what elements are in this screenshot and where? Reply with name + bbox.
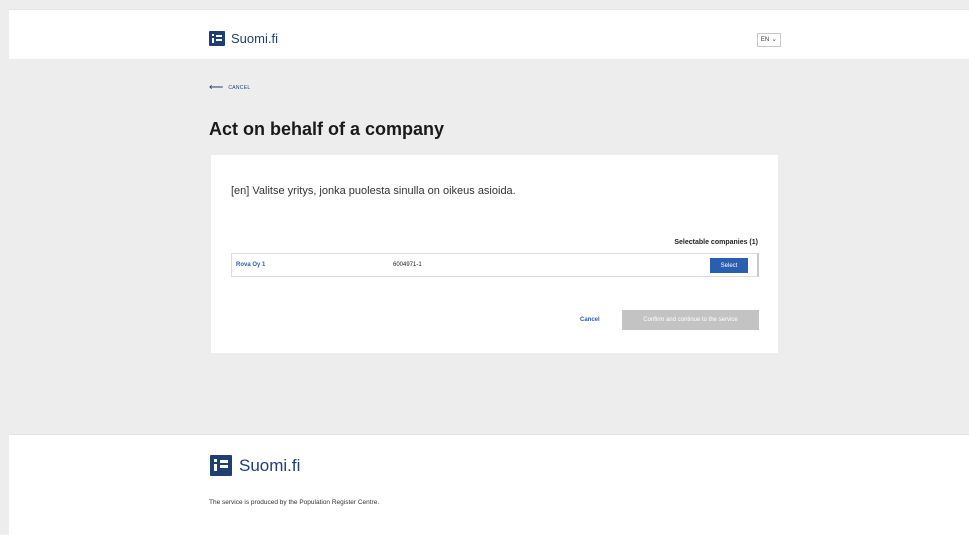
page-title: Act on behalf of a company — [209, 119, 445, 139]
suomi-fi-logo-icon — [210, 455, 232, 476]
confirm-continue-button[interactable]: Confirm and continue to the service — [622, 310, 759, 330]
header: Suomi.fi EN ⌄ — [9, 9, 969, 59]
cancel-link[interactable]: Cancel — [580, 317, 600, 323]
brand-name[interactable]: Suomi.fi — [231, 31, 278, 46]
business-id: 6004971-1 — [393, 262, 422, 268]
company-row: Rova Oy 1 6004971-1 Select — [231, 253, 759, 277]
footer-brand-name: Suomi.fi — [239, 456, 301, 475]
intro-text: [en] Valitse yritys, jonka puolesta sinu… — [231, 185, 516, 197]
browser-top-strip — [0, 0, 969, 9]
browser-left-strip — [0, 9, 9, 534]
produced-by-text: The service is produced by the Populatio… — [209, 499, 380, 506]
back-link[interactable]: ⟵ CANCEL — [209, 82, 251, 93]
language-selector[interactable]: EN ⌄ — [757, 33, 781, 47]
language-value: EN — [760, 37, 770, 43]
main-content: ⟵ CANCEL Act on behalf of a company [en]… — [9, 59, 969, 434]
back-link-label: CANCEL — [228, 85, 251, 91]
page: Suomi.fi EN ⌄ ⟵ CANCEL Act on behalf of … — [9, 9, 969, 535]
company-selection-card: [en] Valitse yritys, jonka puolesta sinu… — [211, 155, 778, 353]
footer: Suomi.fi The service is produced by the … — [9, 434, 969, 535]
arrow-left-icon: ⟵ — [209, 82, 224, 93]
company-name[interactable]: Rova Oy 1 — [236, 262, 265, 268]
suomi-fi-logo-icon[interactable] — [209, 31, 225, 46]
selectable-companies-label: Selectable companies (1) — [674, 239, 758, 246]
chevron-down-icon: ⌄ — [771, 36, 778, 43]
select-company-button[interactable]: Select — [710, 258, 748, 273]
